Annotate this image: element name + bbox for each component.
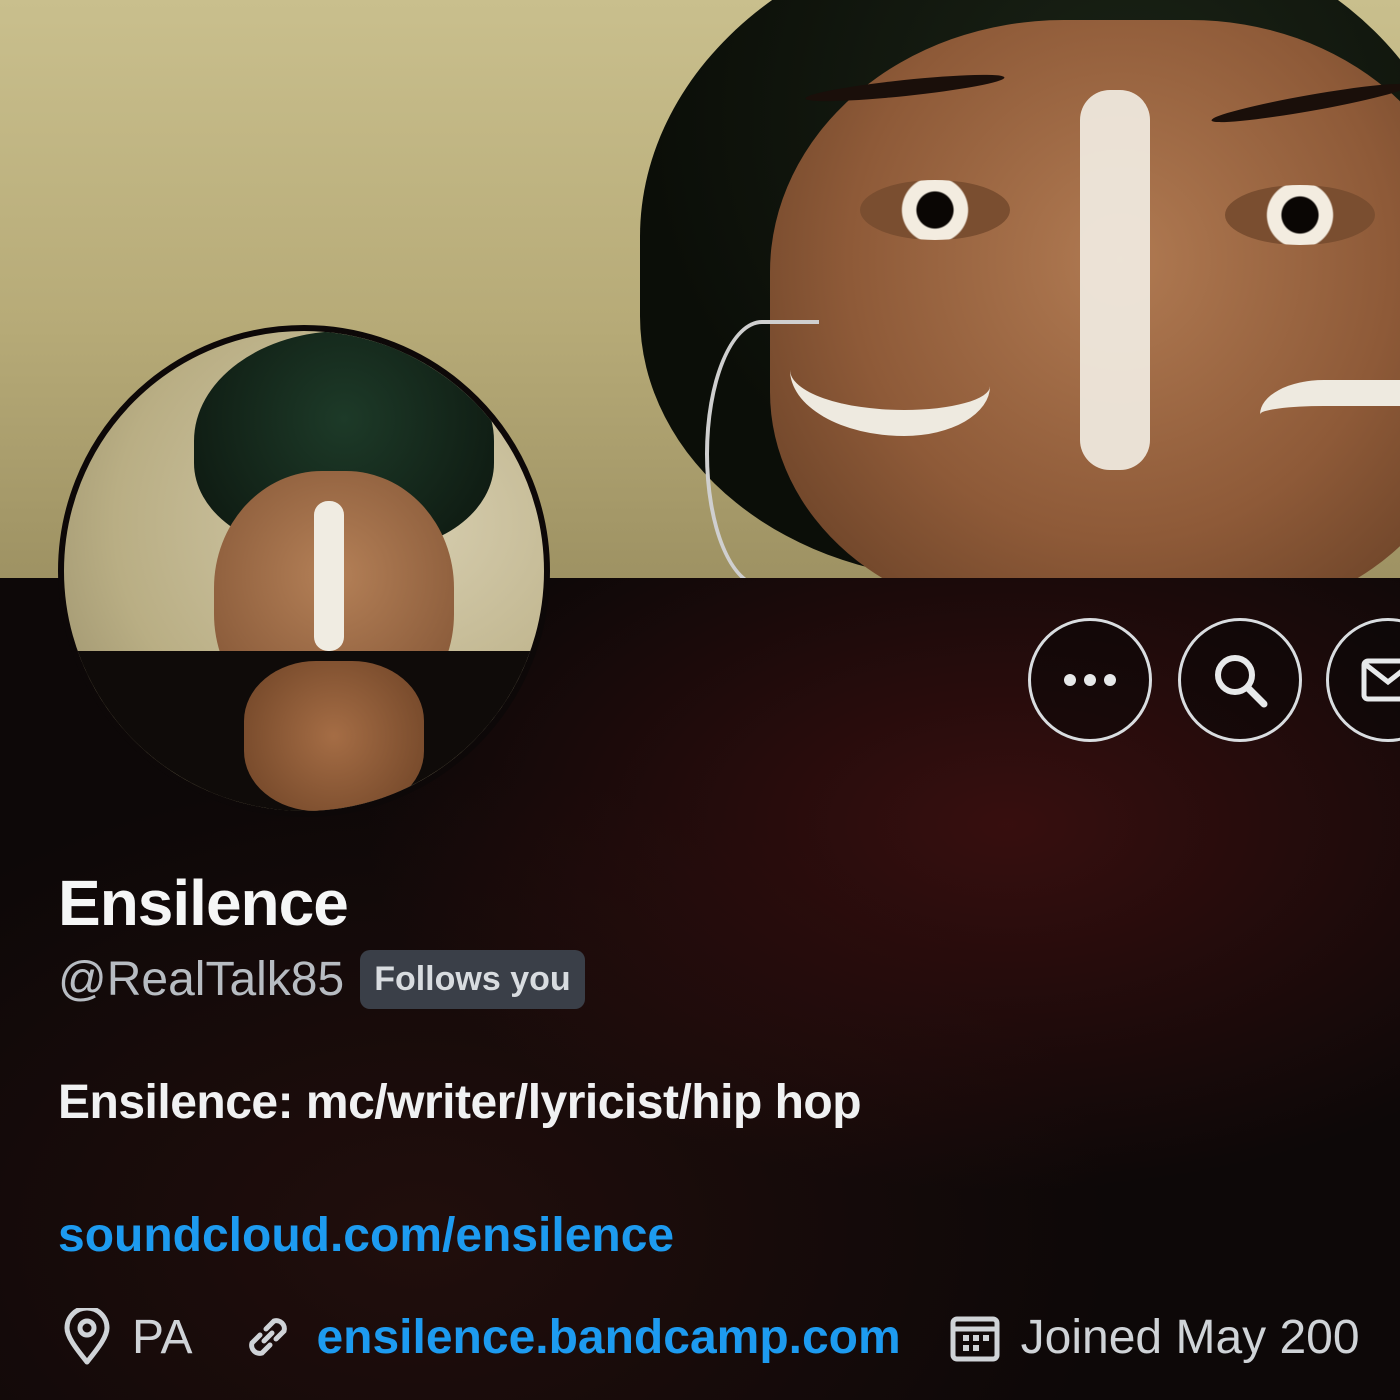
location-text: PA bbox=[132, 1310, 193, 1364]
profile-bio: Ensilence: mc/writer/lyricist/hip hop bbox=[58, 1076, 862, 1129]
map-pin-icon bbox=[64, 1308, 110, 1365]
location-item: PA bbox=[62, 1308, 192, 1366]
search-icon bbox=[1215, 655, 1268, 708]
banner-photo-face-paint bbox=[1260, 380, 1400, 466]
joined-item: Joined May 200 bbox=[949, 1310, 1360, 1365]
avatar-photo-face-paint bbox=[314, 501, 344, 651]
handle-row: @RealTalk85 Follows you bbox=[58, 950, 585, 1009]
mail-icon bbox=[1361, 658, 1400, 702]
website-item[interactable]: ensilence.bandcamp.com bbox=[240, 1309, 901, 1365]
link-icon bbox=[249, 1318, 288, 1356]
banner-photo-face-paint bbox=[1080, 90, 1150, 470]
avatar-photo-hand bbox=[244, 661, 424, 811]
display-name: Ensilence bbox=[58, 867, 349, 939]
follows-you-badge: Follows you bbox=[360, 950, 585, 1009]
more-options-button[interactable] bbox=[1028, 618, 1152, 742]
bio-soundcloud-link[interactable]: soundcloud.com/ensilence bbox=[58, 1208, 674, 1263]
banner-photo-eye bbox=[1225, 185, 1375, 245]
banner-photo-eye bbox=[860, 180, 1010, 240]
calendar-icon bbox=[950, 1316, 1000, 1362]
profile-avatar[interactable] bbox=[58, 325, 550, 817]
website-link[interactable]: ensilence.bandcamp.com bbox=[316, 1310, 900, 1365]
search-button[interactable] bbox=[1178, 618, 1302, 742]
joined-date-text: Joined May 200 bbox=[1020, 1310, 1360, 1364]
profile-meta-row: PA ensilence.bandcamp.com Joined May 200 bbox=[62, 1308, 1400, 1366]
user-handle: @RealTalk85 bbox=[58, 953, 345, 1006]
banner-photo-earring bbox=[705, 320, 819, 578]
more-horizontal-icon bbox=[1064, 674, 1116, 686]
